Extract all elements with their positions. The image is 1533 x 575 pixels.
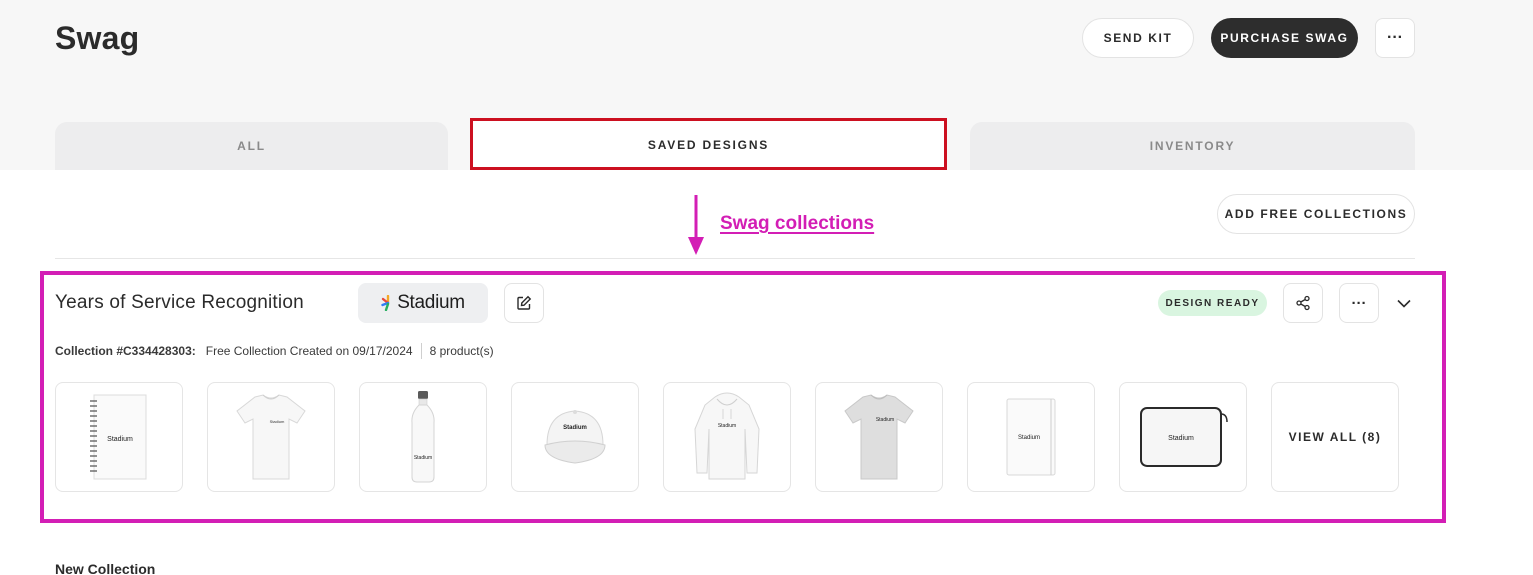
page-title: Swag — [55, 20, 140, 56]
tab-all[interactable]: ALL — [55, 122, 448, 170]
product-logo: Stadium — [414, 455, 432, 461]
add-free-collections-button[interactable]: ADD FREE COLLECTIONS — [1217, 194, 1415, 234]
product-logo: Stadium — [1018, 435, 1040, 441]
expand-collection-button[interactable] — [1390, 291, 1418, 315]
cap-icon: Stadium — [544, 410, 606, 464]
edit-icon — [517, 295, 532, 310]
more-dots-icon: ··· — [1387, 29, 1403, 46]
collection-title: Years of Service Recognition — [55, 292, 304, 313]
next-collection-title: New Collection — [55, 561, 156, 575]
notebook-icon: Stadium — [90, 394, 147, 480]
collection-product-count: 8 product(s) — [429, 344, 494, 358]
product-logo: Stadium — [718, 423, 736, 429]
share-button[interactable] — [1283, 283, 1323, 323]
collection-created: Free Collection Created on 09/17/2024 — [205, 344, 413, 358]
product-card-cap[interactable]: Stadium — [511, 382, 639, 492]
product-logo: Stadium — [563, 425, 587, 431]
meta-separator — [420, 343, 422, 359]
collection-more-button[interactable]: ··· — [1339, 283, 1379, 323]
product-card-hoodie[interactable]: Stadium — [663, 382, 791, 492]
purchase-swag-button[interactable]: PURCHASE SWAG — [1211, 18, 1358, 58]
tab-saved-designs[interactable]: SAVED DESIGNS — [470, 118, 947, 170]
water-bottle-icon: Stadium — [411, 391, 435, 483]
product-logo: Stadium — [270, 419, 285, 424]
status-badge: DESIGN READY — [1158, 290, 1267, 316]
product-logo: Stadium — [107, 436, 133, 443]
more-dots-icon: ··· — [1351, 294, 1367, 312]
annotation-arrow-icon — [688, 195, 704, 255]
view-all-products-button[interactable]: VIEW ALL (8) — [1271, 382, 1399, 492]
product-logo: Stadium — [876, 417, 894, 423]
product-card-bottle[interactable]: Stadium — [359, 382, 487, 492]
more-options-button[interactable]: ··· — [1375, 18, 1415, 58]
product-card-hardcover-notebook[interactable]: Stadium — [967, 382, 1095, 492]
grey-tshirt-icon: Stadium — [844, 394, 914, 480]
annotation-label: Swag collections — [720, 213, 875, 234]
product-card-notebook[interactable]: Stadium — [55, 382, 183, 492]
send-kit-button[interactable]: SEND KIT — [1082, 18, 1194, 58]
product-card-grey-tshirt[interactable]: Stadium — [815, 382, 943, 492]
collection-id: Collection #C334428303: — [55, 344, 196, 358]
edit-collection-button[interactable] — [504, 283, 544, 323]
tab-inventory[interactable]: INVENTORY — [970, 122, 1415, 170]
tshirt-icon: Stadium — [236, 394, 306, 480]
product-card-laptop-sleeve[interactable]: Stadium — [1119, 382, 1247, 492]
product-logo: Stadium — [1168, 435, 1194, 442]
divider — [55, 258, 1415, 259]
product-card-tshirt[interactable]: Stadium — [207, 382, 335, 492]
hardcover-notebook-icon: Stadium — [1006, 398, 1056, 476]
brand-name: Stadium — [397, 292, 465, 313]
brand-logo-chip[interactable]: Stadium — [358, 283, 488, 323]
share-icon — [1296, 295, 1310, 311]
laptop-sleeve-icon: Stadium — [1140, 407, 1228, 467]
view-all-label: VIEW ALL (8) — [1288, 430, 1382, 444]
chevron-down-icon — [1397, 299, 1411, 308]
hoodie-icon: Stadium — [694, 392, 760, 480]
collection-meta: Collection #C334428303: Free Collection … — [55, 343, 494, 359]
stadium-logo-icon — [381, 295, 390, 311]
